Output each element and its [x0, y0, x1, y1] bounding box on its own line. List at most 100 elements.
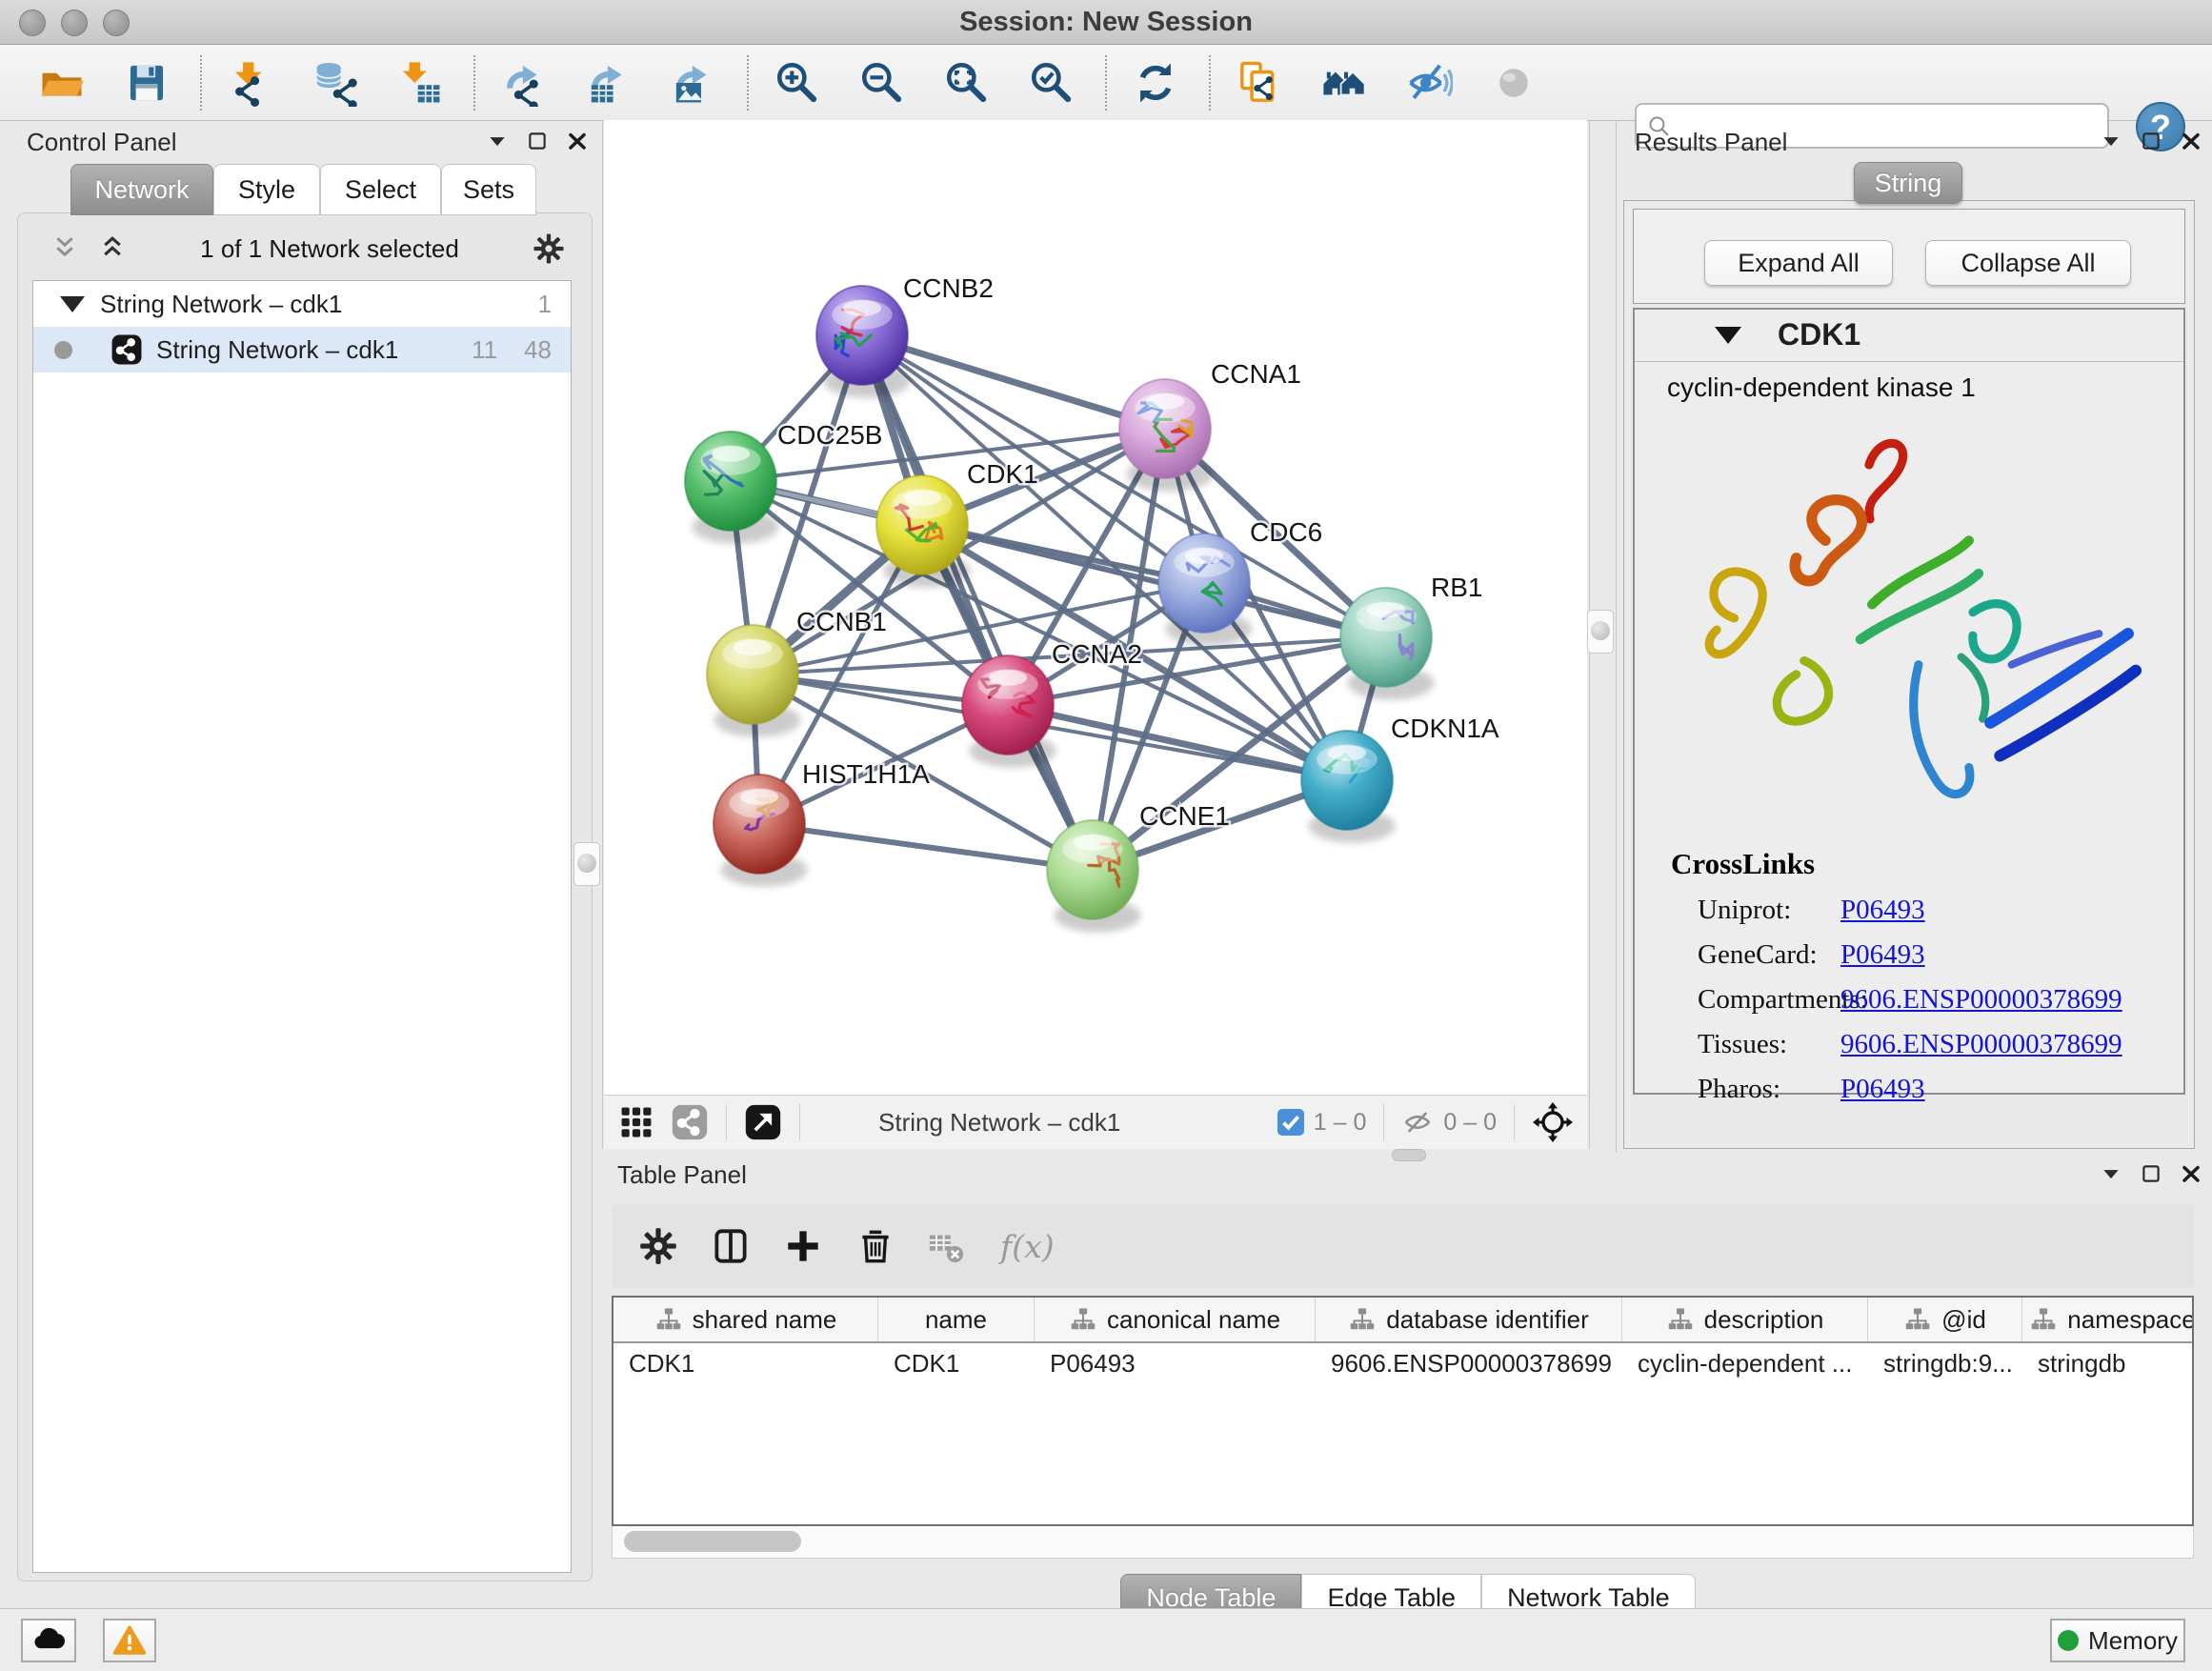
- memory-status-dot: [2058, 1630, 2079, 1651]
- expand-all-chevrons-icon[interactable]: [96, 232, 129, 265]
- column-header-database-identifier[interactable]: database identifier: [1316, 1298, 1622, 1341]
- network-badge-gray-icon[interactable]: [671, 1103, 709, 1141]
- open-session-icon[interactable]: [38, 59, 86, 107]
- tab-network[interactable]: Network: [70, 164, 213, 215]
- column-header-shared-name[interactable]: shared name: [613, 1298, 878, 1341]
- network-collection-row[interactable]: String Network – cdk1 1: [33, 281, 571, 327]
- panel-maximize-icon[interactable]: [2138, 128, 2164, 154]
- tab-select[interactable]: Select: [320, 164, 441, 215]
- scrollbar-thumb[interactable]: [624, 1531, 801, 1552]
- column-header-description[interactable]: description: [1622, 1298, 1868, 1341]
- gene-entry-header[interactable]: CDK1: [1635, 310, 2183, 362]
- export-image-icon[interactable]: [670, 59, 717, 107]
- edge-HIST1H1A-CCNE1: [759, 824, 1093, 870]
- crosslink-link[interactable]: P06493: [1840, 1074, 1925, 1105]
- panel-close-icon[interactable]: [564, 128, 591, 154]
- panel-close-icon[interactable]: [2178, 1160, 2204, 1187]
- panel-float-icon[interactable]: [2098, 1160, 2124, 1187]
- crosslink-link[interactable]: 9606.ENSP00000378699: [1840, 1029, 2122, 1060]
- tab-style[interactable]: Style: [213, 164, 320, 215]
- birds-eye-view-icon[interactable]: [617, 1103, 655, 1141]
- column-header-@id[interactable]: @id: [1868, 1298, 2022, 1341]
- import-network-file-icon[interactable]: [227, 59, 274, 107]
- tab-sets[interactable]: Sets: [441, 164, 536, 215]
- zoom-in-icon[interactable]: [774, 59, 821, 107]
- show-columns-icon[interactable]: [709, 1224, 753, 1268]
- left-splitter[interactable]: [602, 120, 603, 1149]
- memory-label: Memory: [2088, 1626, 2178, 1656]
- cloud-button[interactable]: [21, 1619, 76, 1662]
- node-CCNB2[interactable]: [816, 286, 911, 398]
- zoom-fit-icon[interactable]: [943, 59, 991, 107]
- node-CCNB1[interactable]: [707, 625, 801, 737]
- node-CDKN1A[interactable]: [1301, 731, 1396, 843]
- left-splitter-handle[interactable]: [573, 842, 600, 886]
- open-in-window-icon[interactable]: [744, 1103, 782, 1141]
- export-network-icon[interactable]: [500, 59, 548, 107]
- crosslink-link[interactable]: P06493: [1840, 939, 1925, 971]
- panel-float-icon[interactable]: [2098, 128, 2124, 154]
- memory-button[interactable]: Memory: [2050, 1619, 2185, 1662]
- panel-maximize-icon[interactable]: [2138, 1160, 2164, 1187]
- network-view-canvas[interactable]: CCNB2CCNA1CDC25BCDK1CDC6RB1CCNB1CCNA2CDK…: [604, 120, 1587, 1149]
- column-header-namespace[interactable]: namespace: [2022, 1298, 2194, 1341]
- home-icon[interactable]: [1320, 59, 1368, 107]
- zoom-out-icon[interactable]: [858, 59, 906, 107]
- control-panel-title: Control Panel: [27, 128, 177, 157]
- panel-float-icon[interactable]: [484, 128, 511, 154]
- crosslink-label: Compartments:: [1698, 984, 1839, 1016]
- selected-items-checkbox[interactable]: [1277, 1109, 1304, 1136]
- status-bar: Memory: [0, 1608, 2212, 1671]
- collapse-all-button[interactable]: Collapse All: [1925, 240, 2131, 286]
- node-RB1[interactable]: [1340, 588, 1435, 700]
- export-table-icon[interactable]: [585, 59, 633, 107]
- results-panel-title: Results Panel: [1635, 128, 1787, 157]
- crosslink-row: Pharos:P06493: [1635, 1074, 2180, 1105]
- entry-expander-icon[interactable]: [1715, 327, 1741, 344]
- table-cell: CDK1: [878, 1349, 1035, 1379]
- collapse-all-chevrons-icon[interactable]: [49, 232, 81, 265]
- node-CCNA2[interactable]: [962, 655, 1056, 768]
- current-network-name: String Network – cdk1: [878, 1108, 1277, 1137]
- node-CDK1[interactable]: [876, 475, 971, 588]
- import-table-file-icon[interactable]: [396, 59, 444, 107]
- crosslink-row: Compartments:9606.ENSP00000378699: [1635, 984, 2180, 1016]
- table-row[interactable]: CDK1CDK1P064939606.ENSP00000378699cyclin…: [613, 1343, 2192, 1383]
- crosslink-link[interactable]: 9606.ENSP00000378699: [1840, 984, 2122, 1016]
- add-column-icon[interactable]: [781, 1224, 825, 1268]
- tab-string[interactable]: String: [1854, 162, 1962, 204]
- tree-expander-icon[interactable]: [60, 296, 85, 312]
- save-session-icon[interactable]: [123, 59, 171, 107]
- warnings-button[interactable]: [103, 1619, 156, 1662]
- network-options-gear-icon[interactable]: [531, 231, 567, 267]
- node-CCNA1[interactable]: [1119, 379, 1214, 492]
- zoom-selected-icon[interactable]: [1028, 59, 1076, 107]
- panel-maximize-icon[interactable]: [524, 128, 551, 154]
- pan-crosshair-icon[interactable]: [1532, 1101, 1574, 1143]
- import-network-database-icon[interactable]: [312, 59, 359, 107]
- toolbar-icons: [38, 55, 1575, 111]
- node-HIST1H1A[interactable]: [714, 775, 808, 887]
- results-splitter-line: [1616, 120, 1617, 1153]
- hide-selected-icon[interactable]: [1405, 59, 1453, 107]
- node-CCNE1[interactable]: [1047, 820, 1141, 933]
- node-CDC6[interactable]: [1158, 534, 1253, 646]
- panel-close-icon[interactable]: [2178, 128, 2204, 154]
- refresh-layout-icon[interactable]: [1132, 59, 1179, 107]
- right-splitter-handle[interactable]: [1587, 610, 1614, 654]
- network-badge-icon: [111, 333, 143, 366]
- expand-all-button[interactable]: Expand All: [1704, 240, 1893, 286]
- node-CDC25B[interactable]: [685, 432, 779, 544]
- delete-column-icon[interactable]: [854, 1224, 897, 1268]
- column-header-name[interactable]: name: [878, 1298, 1035, 1341]
- table-horizontal-scrollbar[interactable]: [612, 1526, 2194, 1559]
- clone-network-icon[interactable]: [1236, 59, 1283, 107]
- crosslink-link[interactable]: P06493: [1840, 895, 1925, 926]
- table-options-gear-icon[interactable]: [636, 1224, 680, 1268]
- network-row[interactable]: String Network – cdk1 11 48: [33, 327, 571, 372]
- gene-name: CDK1: [1778, 317, 1860, 352]
- hidden-node-edge-counts: 0 – 0: [1443, 1109, 1497, 1137]
- network-tree: String Network – cdk1 1 String Network –…: [32, 280, 572, 1573]
- column-header-canonical-name[interactable]: canonical name: [1035, 1298, 1316, 1341]
- crosslink-label: Pharos:: [1698, 1074, 1839, 1105]
